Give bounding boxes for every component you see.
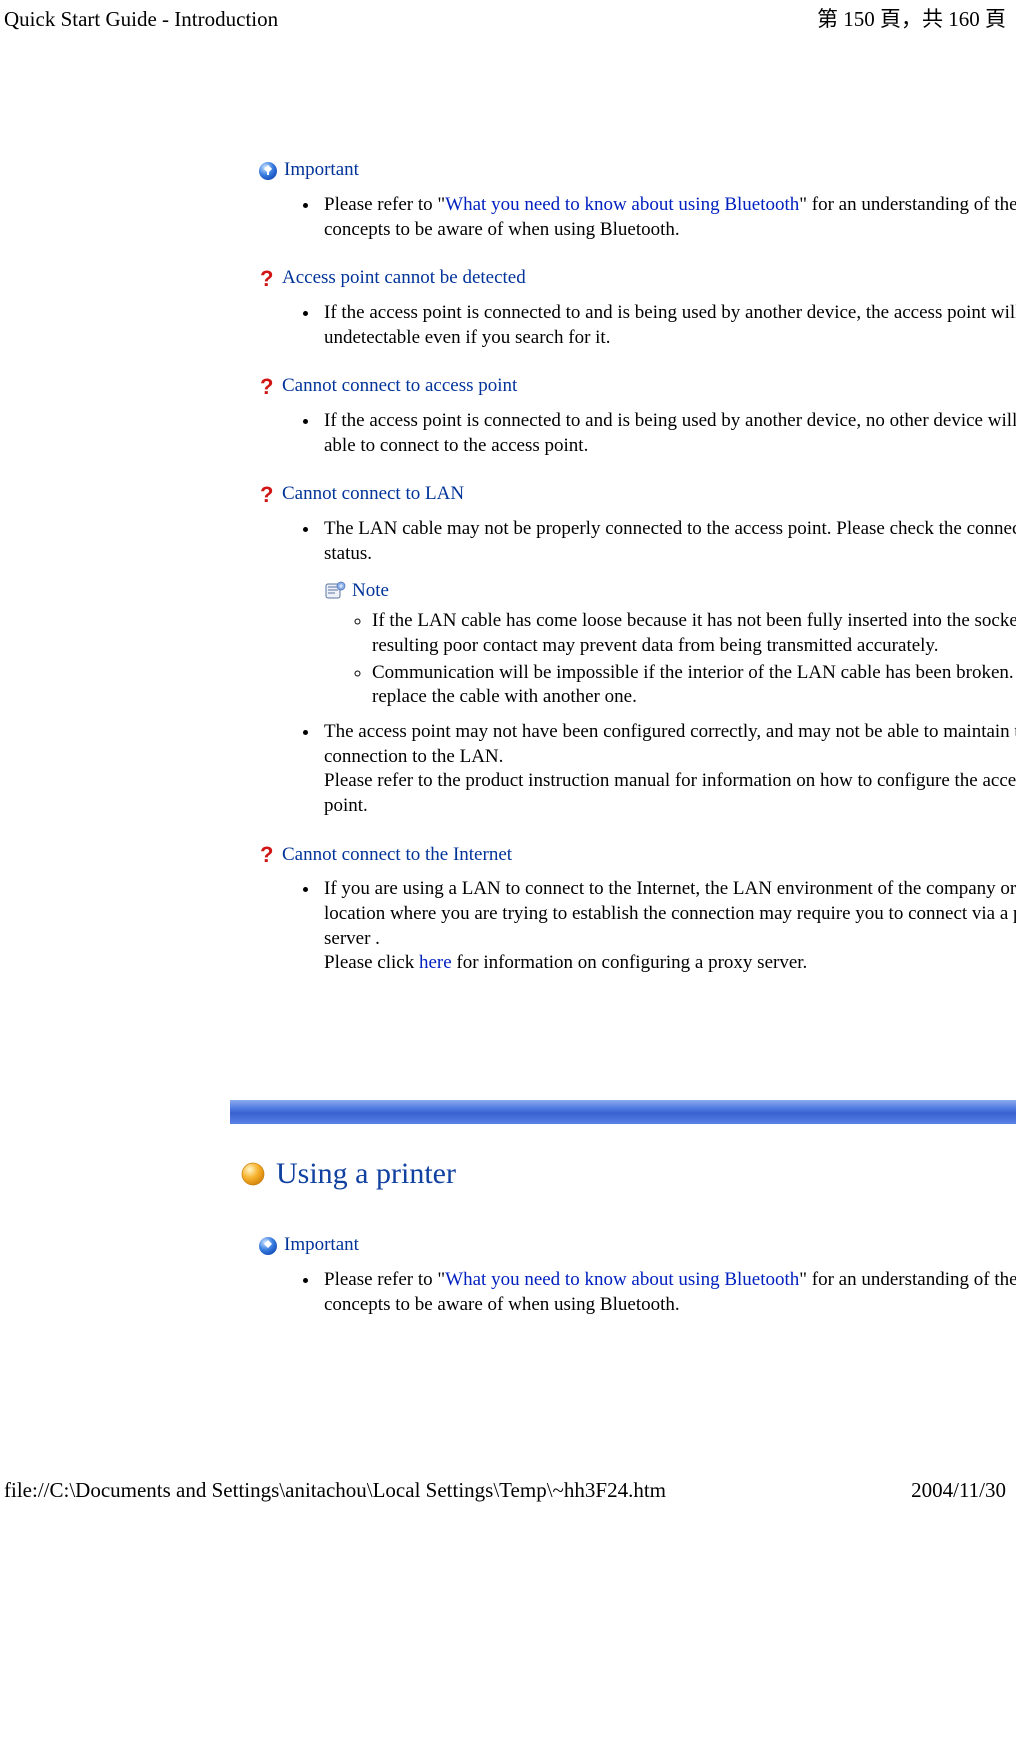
- bullet-list: The LAN cable may not be properly connec…: [230, 517, 1016, 819]
- list-item: If you are using a LAN to connect to the…: [320, 877, 1016, 976]
- svg-text:?: ?: [260, 376, 273, 398]
- note-icon: [324, 581, 346, 601]
- troubleshoot-heading: ? Cannot connect to the Internet: [258, 843, 1016, 868]
- bullet-list: If the access point is connected to and …: [230, 409, 1016, 458]
- text-fragment: Please refer to ": [324, 194, 445, 215]
- bullet-orb-icon: [240, 1161, 266, 1187]
- troubleshoot-heading: ? Cannot connect to LAN: [258, 482, 1016, 507]
- file-path: file://C:\Documents and Settings\anitach…: [4, 1477, 666, 1504]
- bullet-text: Communication will be impossible if the …: [372, 662, 1016, 708]
- troubleshoot-heading: ? Cannot connect to access point: [258, 374, 1016, 399]
- section-title-text: Using a printer: [276, 1154, 456, 1193]
- important-bullet-list: Please refer to "What you need to know a…: [230, 193, 1016, 242]
- footer-date: 2004/11/30: [911, 1477, 1006, 1504]
- sub-bullet-list: If the LAN cable has come loose because …: [324, 609, 1016, 710]
- svg-text:?: ?: [260, 268, 273, 290]
- main-content: Important Please refer to "What you need…: [230, 33, 1016, 1317]
- bullet-list: If you are using a LAN to connect to the…: [230, 877, 1016, 976]
- question-mark-icon: ?: [258, 268, 276, 290]
- section-title: Using a printer: [240, 1154, 1016, 1193]
- question-mark-icon: ?: [258, 484, 276, 506]
- bullet-text: If the LAN cable has come loose because …: [372, 610, 1016, 656]
- text-fragment: Please click: [324, 952, 419, 973]
- bullet-text: Please refer to the product instruction …: [324, 770, 1016, 816]
- list-item: If the access point is connected to and …: [320, 301, 1016, 350]
- important-label: Important: [284, 1233, 359, 1258]
- important-label: Important: [284, 158, 359, 183]
- list-item: Communication will be impossible if the …: [372, 661, 1016, 710]
- bullet-list: If the access point is connected to and …: [230, 301, 1016, 350]
- svg-text:?: ?: [260, 484, 273, 506]
- bullet-text: The access point may not have been confi…: [324, 721, 1016, 767]
- troubleshoot-heading: ? Access point cannot be detected: [258, 266, 1016, 291]
- text-fragment: Please refer to ": [324, 1269, 445, 1290]
- heading-text: Access point cannot be detected: [282, 266, 526, 291]
- bluetooth-basics-link[interactable]: What you need to know about using Blueto…: [445, 194, 799, 215]
- proxy-config-link[interactable]: here: [419, 952, 452, 973]
- list-item: Please refer to "What you need to know a…: [320, 193, 1016, 242]
- page-header: Quick Start Guide - Introduction 第 150 頁…: [0, 0, 1016, 33]
- list-item: The access point may not have been confi…: [320, 720, 1016, 819]
- bullet-text: If you are using a LAN to connect to the…: [324, 878, 1016, 948]
- important-icon: [258, 161, 278, 181]
- important-callout: Important: [258, 158, 1016, 183]
- bluetooth-basics-link[interactable]: What you need to know about using Blueto…: [445, 1269, 799, 1290]
- section-divider: [230, 1100, 1016, 1124]
- bullet-text: The LAN cable may not be properly connec…: [324, 517, 1016, 566]
- note-callout: Note: [324, 579, 1016, 604]
- text-fragment: for information on configuring a proxy s…: [452, 952, 808, 973]
- question-mark-icon: ?: [258, 844, 276, 866]
- heading-text: Cannot connect to the Internet: [282, 843, 512, 868]
- list-item: The LAN cable may not be properly connec…: [320, 517, 1016, 710]
- important-icon: [258, 1236, 278, 1256]
- page-number-indicator: 第 150 頁，共 160 頁: [817, 6, 1006, 33]
- page-title: Quick Start Guide - Introduction: [4, 6, 278, 33]
- bullet-text: If the access point is connected to and …: [324, 409, 1016, 458]
- svg-text:?: ?: [260, 844, 273, 866]
- list-item: If the access point is connected to and …: [320, 409, 1016, 458]
- bullet-text: If the access point is connected to and …: [324, 301, 1016, 350]
- important-callout: Important: [258, 1233, 1016, 1258]
- important-bullet-list: Please refer to "What you need to know a…: [230, 1268, 1016, 1317]
- question-mark-icon: ?: [258, 376, 276, 398]
- heading-text: Cannot connect to LAN: [282, 482, 464, 507]
- list-item: If the LAN cable has come loose because …: [372, 609, 1016, 658]
- heading-text: Cannot connect to access point: [282, 374, 517, 399]
- note-label: Note: [352, 579, 389, 604]
- page-footer: file://C:\Documents and Settings\anitach…: [0, 1477, 1016, 1518]
- list-item: Please refer to "What you need to know a…: [320, 1268, 1016, 1317]
